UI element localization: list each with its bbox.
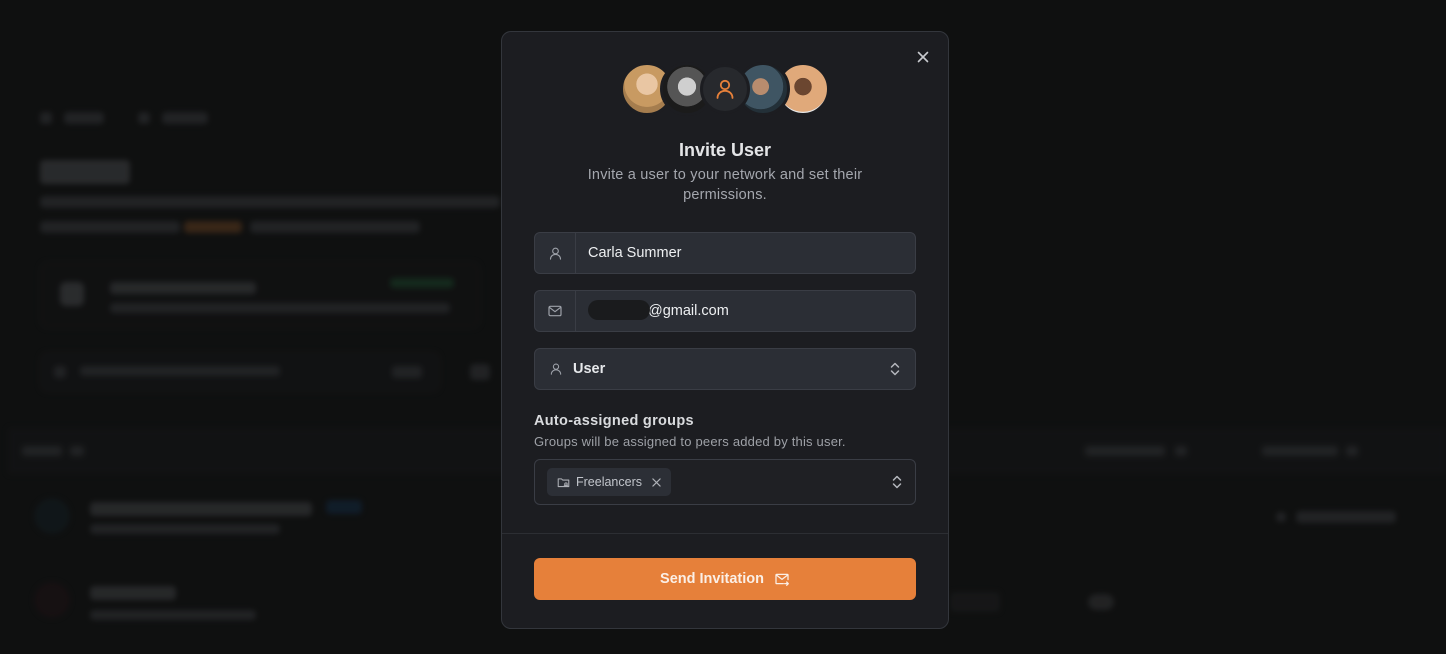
email-field[interactable]: @gmail.com (534, 290, 916, 332)
groups-select[interactable]: Freelancers (534, 459, 916, 505)
chevron-up-down-icon (890, 362, 900, 376)
name-input[interactable] (576, 245, 915, 261)
role-select-value: User (573, 361, 606, 377)
email-visible-part: @gmail.com (648, 302, 729, 319)
role-select[interactable]: User (534, 348, 916, 390)
avatar-group (502, 62, 948, 116)
user-icon (716, 79, 734, 99)
close-icon (652, 477, 661, 487)
user-icon (549, 247, 561, 260)
email-field-prefix (535, 291, 576, 331)
groups-label: Auto-assigned groups (534, 413, 694, 429)
name-field[interactable] (534, 232, 916, 274)
group-chip-label: Freelancers (576, 475, 642, 489)
email-input[interactable]: @gmail.com (576, 300, 915, 321)
redacted-text (588, 300, 650, 320)
modal-footer-divider (502, 533, 948, 534)
name-field-prefix (535, 233, 576, 273)
group-chip[interactable]: Freelancers (547, 468, 671, 496)
mail-send-icon (775, 573, 789, 586)
invite-user-modal: Invite User Invite a user to your networ… (501, 31, 949, 629)
remove-group-button[interactable] (652, 477, 661, 487)
send-invitation-label: Send Invitation (660, 571, 764, 587)
chevron-up-down-icon (892, 475, 902, 489)
user-icon (550, 363, 562, 375)
folder-group-icon (557, 477, 570, 487)
modal-subtitle: Invite a user to your network and set th… (587, 167, 863, 203)
avatar-user-placeholder (700, 64, 750, 114)
send-invitation-button[interactable]: Send Invitation (534, 558, 916, 600)
mail-icon (548, 305, 562, 317)
groups-help-text: Groups will be assigned to peers added b… (534, 434, 846, 449)
modal-title: Invite User (678, 140, 772, 160)
